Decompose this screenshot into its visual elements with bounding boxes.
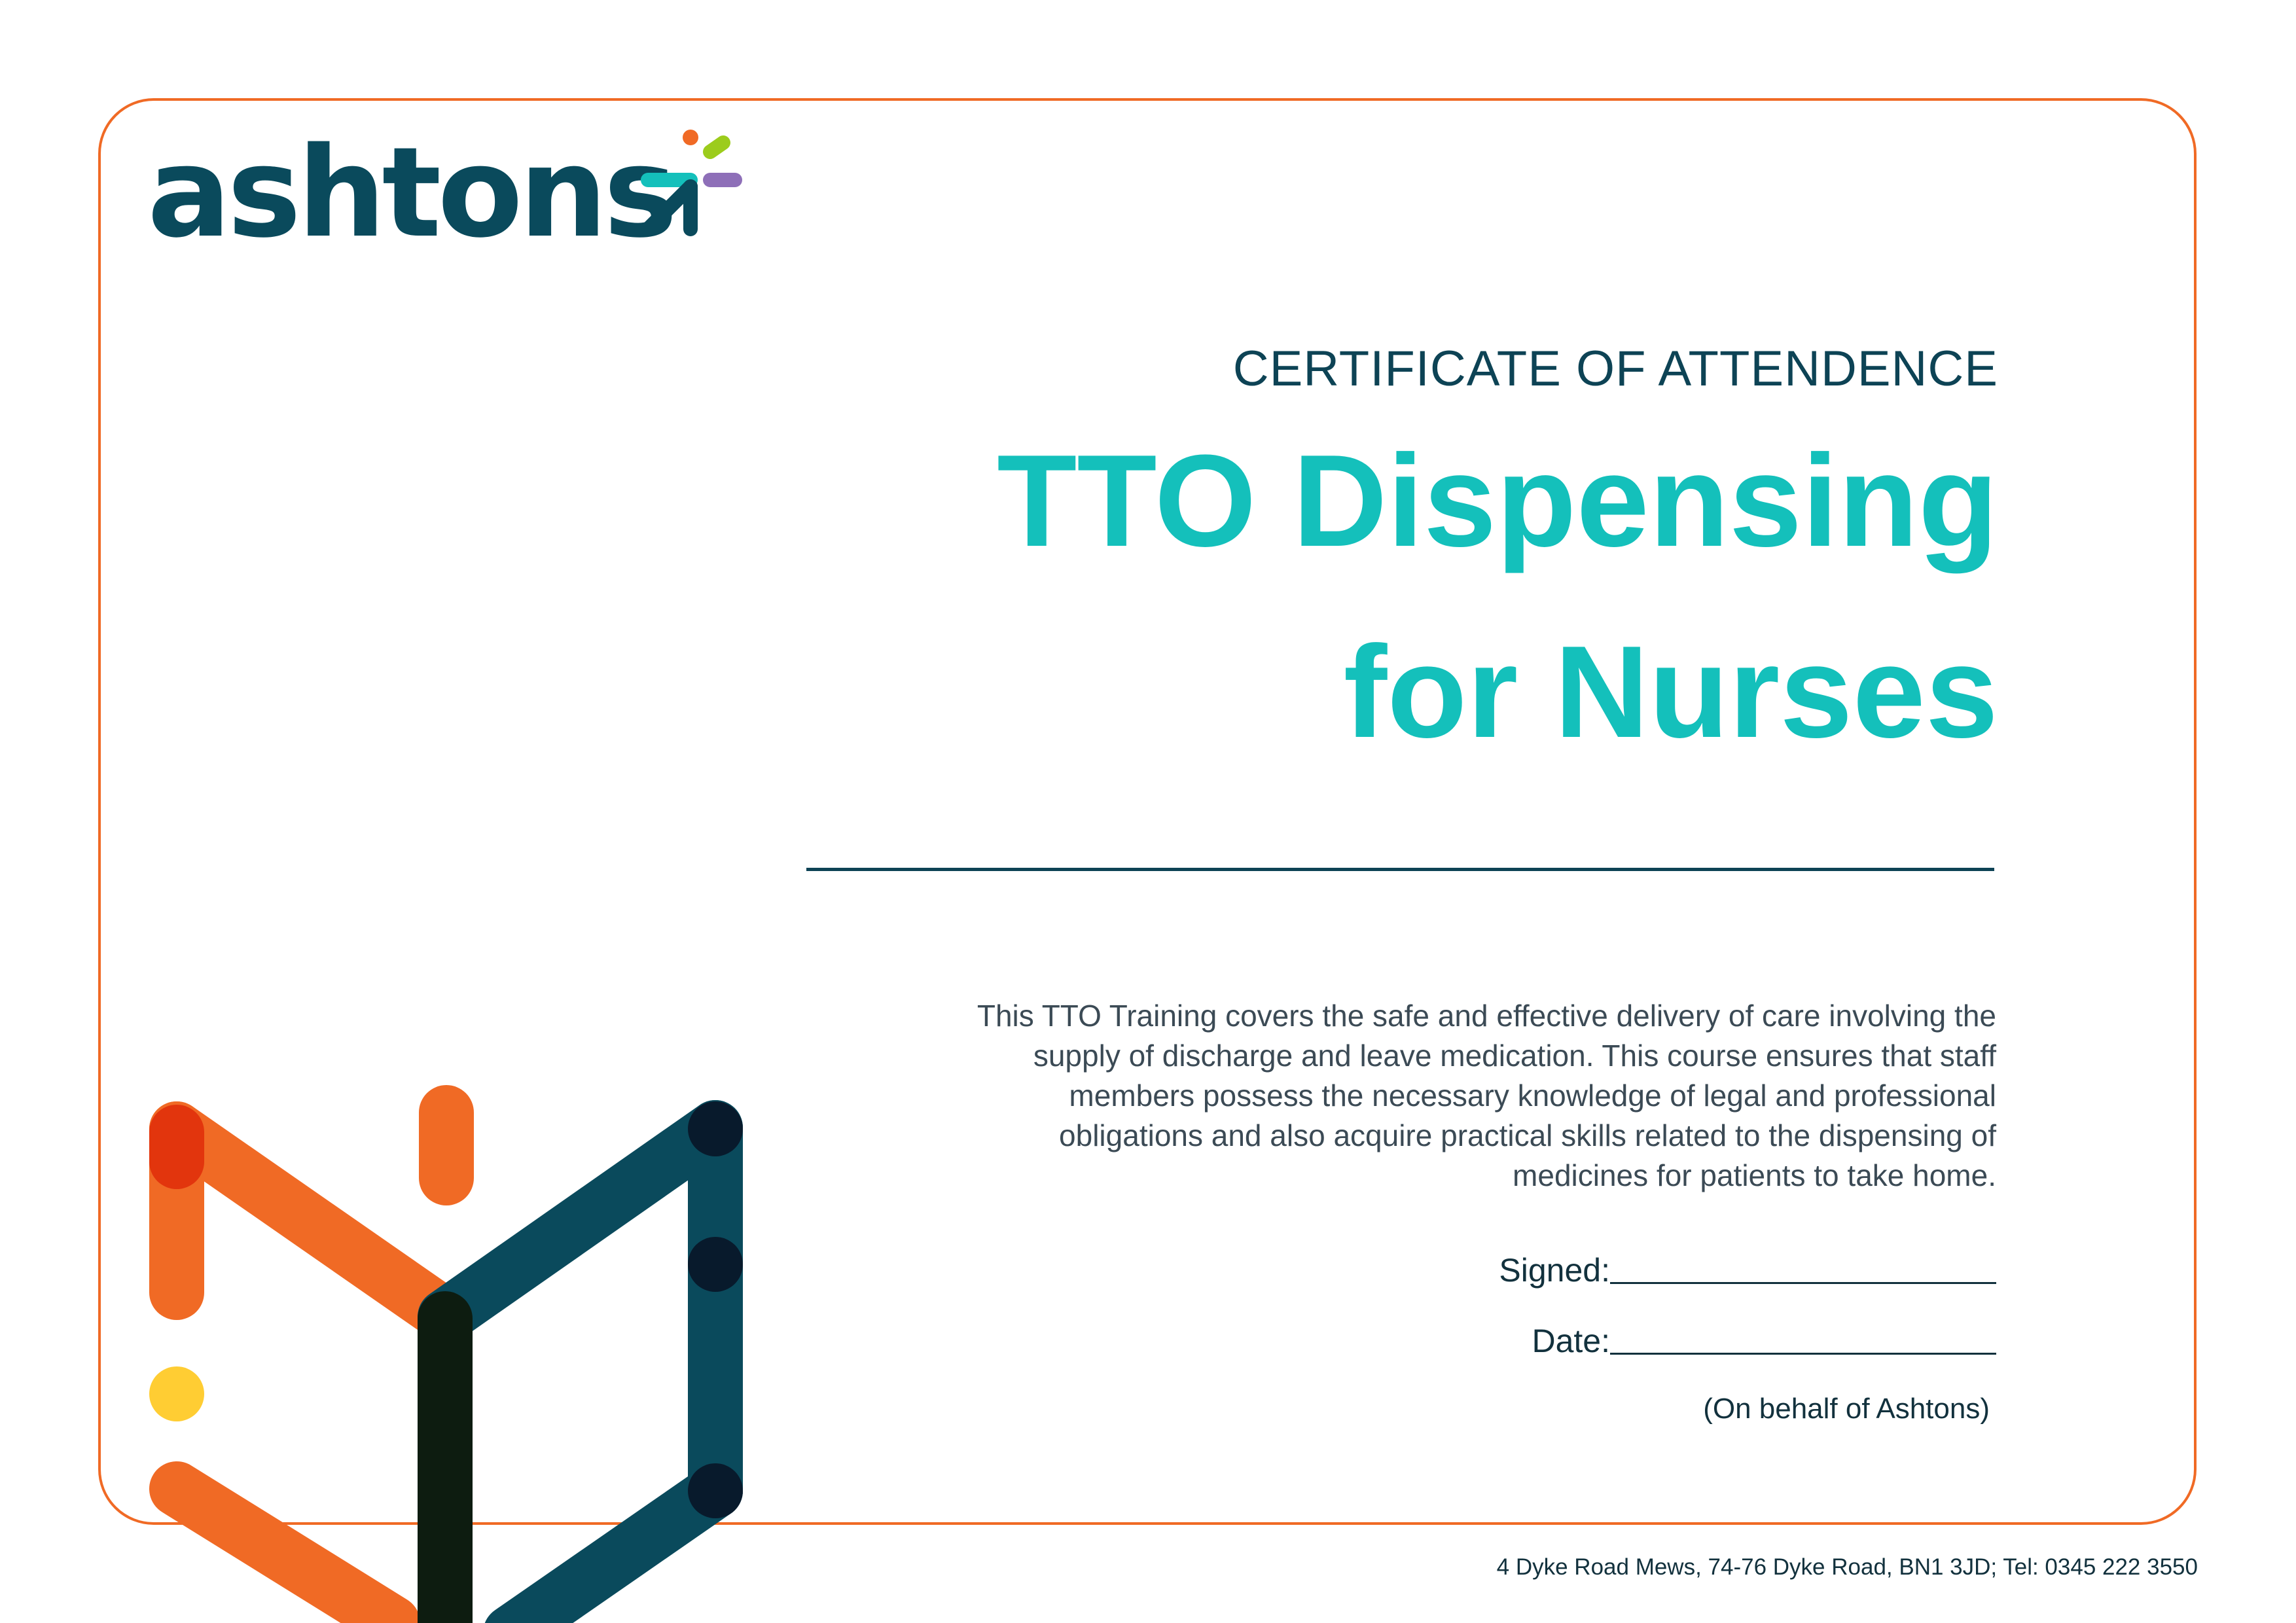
navy-mid-dot-shape xyxy=(688,1237,743,1292)
navy-lower-diagonal-shape xyxy=(485,1463,743,1623)
logo-wordmark: ashtons xyxy=(147,120,677,265)
course-title: TTO Dispensing for Nurses xyxy=(997,406,1998,788)
date-label: Date: xyxy=(1532,1323,1610,1359)
date-row: Date: xyxy=(1532,1322,1996,1360)
navy-top-dot-shape xyxy=(688,1101,743,1156)
navy-bottom-dot-shape xyxy=(688,1463,743,1518)
ashtons-logo-mark-icon xyxy=(641,130,742,236)
course-description: This TTO Training covers the safe and ef… xyxy=(977,999,1996,1192)
signed-label: Signed: xyxy=(1499,1252,1610,1289)
on-behalf-text: (On behalf of Ashtons) xyxy=(1703,1393,1990,1425)
footer-address: 4 Dyke Road Mews, 74-76 Dyke Road, BN1 3… xyxy=(1496,1554,2198,1580)
course-title-line-2: for Nurses xyxy=(1343,619,1998,765)
date-line xyxy=(1610,1353,1996,1355)
orange-diagonal-shape xyxy=(149,1101,473,1343)
navy-upper-diagonal-shape xyxy=(418,1100,743,1344)
yellow-dot-shape xyxy=(149,1366,204,1421)
name-line-divider xyxy=(806,868,1994,871)
signed-row: Signed: xyxy=(1499,1251,1996,1289)
ashtons-logo: ashtons xyxy=(147,124,749,262)
certificate-subtitle: CERTIFICATE OF ATTENDENCE xyxy=(1232,341,1998,397)
orange-bottom-diagonal-shape xyxy=(149,1461,420,1623)
signed-line xyxy=(1610,1282,1996,1284)
course-title-line-1: TTO Dispensing xyxy=(997,428,1998,574)
